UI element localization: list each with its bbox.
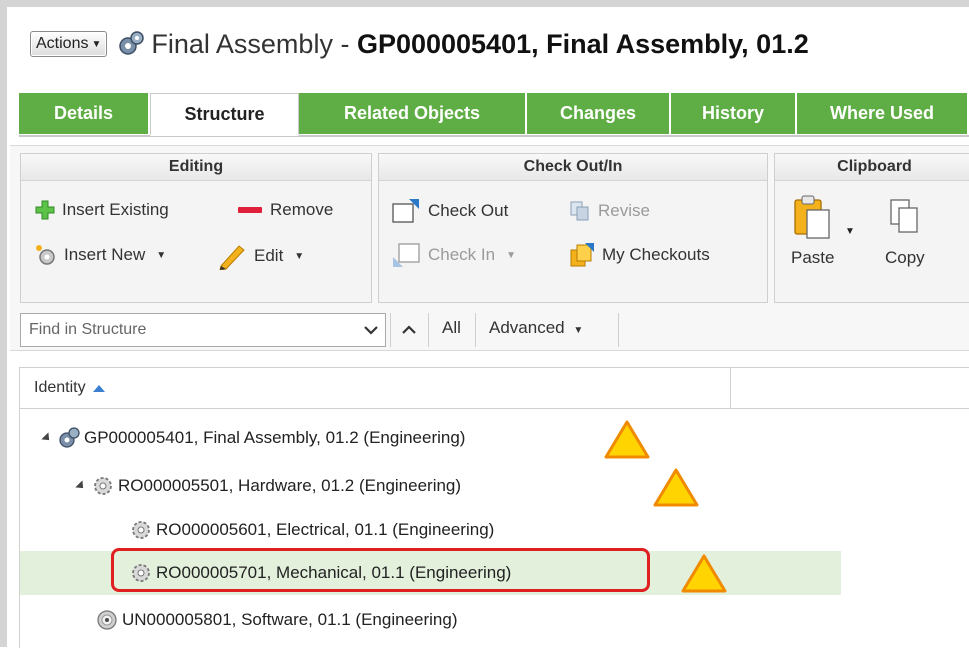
- structure-search-toolbar: All Advanced ▼: [10, 306, 969, 351]
- tree-row-label: RO000005501, Hardware, 01.2 (Engineering…: [118, 476, 462, 495]
- warning-icon: [681, 554, 727, 593]
- expand-toggle-icon[interactable]: [75, 480, 87, 492]
- chevron-down-icon: [364, 326, 378, 335]
- my-checkouts-label: My Checkouts: [602, 245, 710, 264]
- check-out-icon: [392, 199, 419, 223]
- check-in-label: Check In: [428, 245, 496, 264]
- advanced-button[interactable]: Advanced ▼: [489, 318, 583, 338]
- warning-icon: [604, 420, 650, 459]
- copy-icon: [890, 199, 918, 233]
- insert-new-button[interactable]: Insert New ▼: [35, 244, 166, 266]
- tab-related-objects[interactable]: Related Objects: [299, 93, 527, 134]
- clipboard-group: Clipboard Paste ▼ Copy: [774, 153, 969, 303]
- toolbar-separator: [428, 313, 429, 347]
- identity-column-header[interactable]: Identity: [20, 368, 731, 408]
- insert-new-label: Insert New: [64, 245, 146, 264]
- tab-history[interactable]: History: [671, 93, 797, 134]
- checkout-group-title: Check Out/In: [379, 154, 767, 181]
- edit-button[interactable]: Edit ▼: [217, 242, 304, 270]
- paste-label: Paste: [791, 248, 835, 267]
- check-in-button[interactable]: Check In ▼: [391, 242, 516, 268]
- gear-icon: [132, 521, 150, 539]
- tab-changes[interactable]: Changes: [527, 93, 671, 134]
- page-header: Actions ▼ Final Assembly - GP000005401, …: [30, 24, 809, 64]
- all-button[interactable]: All: [442, 318, 461, 338]
- toolbar-separator: [618, 313, 619, 347]
- tree-row[interactable]: UN000005801, Software, 01.1 (Engineering…: [20, 598, 807, 642]
- toolbar-separator: [390, 313, 391, 347]
- sort-ascending-icon: [92, 384, 105, 392]
- chevron-down-icon: ▼: [91, 38, 102, 50]
- minus-icon: [238, 207, 262, 213]
- search-previous-button[interactable]: [392, 313, 426, 347]
- tree-row-label: RO000005601, Electrical, 01.1 (Engineeri…: [156, 520, 495, 539]
- insert-existing-button[interactable]: Insert Existing: [35, 200, 169, 220]
- tree-row-label: UN000005801, Software, 01.1 (Engineering…: [122, 610, 458, 629]
- identity-column-label: Identity: [34, 379, 86, 396]
- editing-group: Editing Insert Existing Remove Insert Ne…: [20, 153, 372, 303]
- actions-menu-button[interactable]: Actions ▼: [30, 31, 108, 57]
- edit-label: Edit: [254, 246, 284, 265]
- structure-tree-grid: Identity GP000005401, Final Assembly, 01…: [19, 367, 969, 648]
- chevron-down-icon: ▼: [506, 249, 516, 261]
- tree-row-label: GP000005401, Final Assembly, 01.2 (Engin…: [84, 428, 466, 447]
- tree-row[interactable]: RO000005601, Electrical, 01.1 (Engineeri…: [20, 508, 841, 552]
- checkout-group: Check Out/In Check Out Revise Check In ▼…: [378, 153, 768, 303]
- paste-dropdown-icon[interactable]: ▼: [845, 226, 855, 237]
- gear-sparkle-icon: [36, 245, 55, 265]
- tab-where-used[interactable]: Where Used: [797, 93, 969, 134]
- object-id-title: GP000005401, Final Assembly, 01.2: [356, 28, 809, 59]
- gear-icon: [94, 477, 112, 495]
- find-in-structure-input[interactable]: [20, 313, 386, 347]
- chevron-down-icon: ▼: [294, 250, 305, 262]
- clipboard-group-title: Clipboard: [775, 154, 969, 181]
- revise-icon: [570, 201, 589, 221]
- ribbon: Editing Insert Existing Remove Insert Ne…: [10, 145, 969, 307]
- my-checkouts-button[interactable]: My Checkouts: [569, 242, 710, 268]
- tab-structure[interactable]: Structure: [150, 93, 299, 136]
- editing-group-title: Editing: [21, 154, 371, 181]
- selection-highlight-box: [111, 548, 650, 592]
- remove-label: Remove: [270, 200, 334, 219]
- expand-toggle-icon[interactable]: [41, 432, 53, 444]
- plus-icon: [35, 200, 55, 220]
- assembly-gears-icon: [59, 427, 80, 448]
- copy-button[interactable]: Copy: [885, 194, 925, 268]
- check-out-label: Check Out: [428, 201, 509, 220]
- title-separator: -: [332, 28, 357, 59]
- disc-icon: [97, 610, 117, 630]
- warning-icon: [653, 468, 699, 507]
- revise-button[interactable]: Revise: [569, 200, 650, 222]
- check-in-icon: [393, 243, 420, 267]
- chevron-down-icon: ▼: [156, 249, 167, 261]
- chevron-down-icon: ▼: [573, 325, 584, 336]
- grid-header: Identity: [20, 368, 969, 409]
- my-checkouts-icon: [570, 243, 594, 267]
- actions-label: Actions: [36, 35, 89, 52]
- window-frame-left: [0, 0, 7, 647]
- paste-icon: [794, 195, 830, 239]
- check-out-button[interactable]: Check Out: [391, 198, 508, 224]
- advanced-label: Advanced: [489, 318, 565, 337]
- assembly-gears-icon: [119, 31, 145, 55]
- toolbar-separator: [475, 313, 476, 347]
- copy-label: Copy: [885, 248, 925, 267]
- object-type-title: Final Assembly: [151, 28, 333, 59]
- window-frame-top: [0, 0, 969, 7]
- revise-label: Revise: [598, 201, 650, 220]
- tab-bar: Details Structure Related Objects Change…: [19, 93, 969, 137]
- remove-button[interactable]: Remove: [237, 200, 333, 220]
- pencil-icon: [219, 245, 245, 270]
- search-next-button[interactable]: [354, 313, 388, 347]
- insert-existing-label: Insert Existing: [62, 200, 169, 219]
- chevron-up-icon: [402, 325, 416, 334]
- paste-button[interactable]: Paste: [791, 194, 834, 268]
- tab-details[interactable]: Details: [19, 93, 150, 134]
